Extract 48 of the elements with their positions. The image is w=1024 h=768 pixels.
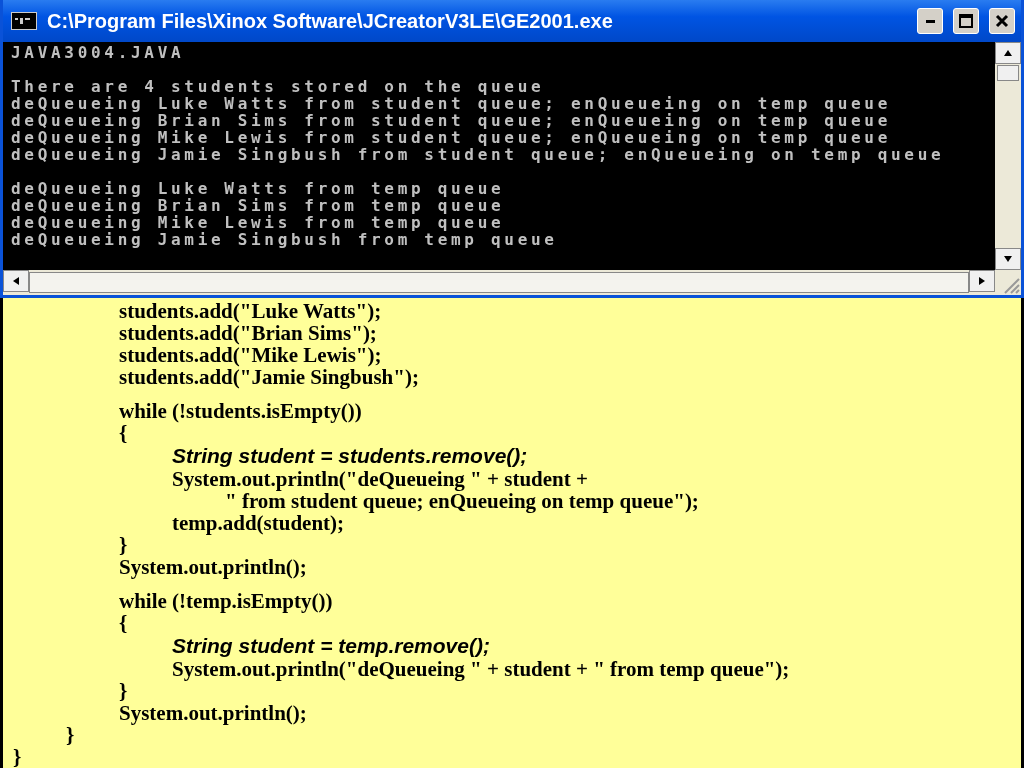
triangle-up-icon [1003,49,1013,57]
code-line: } [119,680,128,702]
code-line: while (!temp.isEmpty()) [119,590,333,612]
console-line: deQueueing Mike Lewis from temp queue [11,214,506,231]
code-line: students.add("Jamie Singbush"); [119,366,419,388]
maximize-icon [959,14,973,28]
scroll-up-button[interactable] [995,42,1021,64]
close-button[interactable] [989,8,1015,34]
code-line: } [13,746,22,768]
scroll-thumb[interactable] [997,65,1019,81]
code-line: } [119,534,128,556]
code-line: System.out.println(); [119,556,307,578]
code-line: students.add("Mike Lewis"); [119,344,382,366]
triangle-down-icon [1003,255,1013,263]
code-line: temp.add(student); [172,512,345,534]
vertical-scrollbar[interactable] [995,42,1021,270]
triangle-right-icon [977,277,987,285]
console-line: deQueueing Mike Lewis from student queue; enQueueing on temp queue [11,129,892,146]
code-line: String student = students.remove(); [172,444,528,468]
code-line: System.out.println("deQueueing " + student + " from temp queue"); [172,658,790,680]
code-line: { [119,422,128,444]
close-icon [995,14,1009,28]
code-line: students.add("Brian Sims"); [119,322,377,344]
scroll-down-button[interactable] [995,248,1021,270]
code-line: { [119,612,128,634]
console-line: deQueueing Jamie Singbush from temp queue [11,231,559,248]
code-line: System.out.println("deQueueing " + student + [172,468,588,490]
scroll-right-button[interactable] [969,270,995,292]
console-line: deQueueing Brian Sims from temp queue [11,197,506,214]
console-line: deQueueing Luke Watts from temp queue [11,180,506,197]
console-line: deQueueing Luke Watts from student queue; enQueueing on temp queue [11,95,892,112]
code-line: System.out.println(); [119,702,307,724]
minimize-button[interactable] [917,8,943,34]
console-icon [11,12,37,30]
scroll-left-button[interactable] [3,270,29,292]
code-line: String student = temp.remove(); [172,634,490,658]
code-line: students.add("Luke Watts"); [119,300,382,322]
minimize-icon [925,19,935,23]
console-line: There are 4 students stored on the queue [11,78,546,95]
console-line: deQueueing Jamie Singbush from student queue; enQueueing on temp queue [11,146,946,163]
code-line: } [66,724,75,746]
console-line: deQueueing Brian Sims from student queue; enQueueing on temp queue [11,112,892,129]
triangle-left-icon [11,277,21,285]
code-line: " from student queue; enQueueing on temp queue"); [225,490,699,512]
console-line: JAVA3004.JAVA [11,44,186,61]
maximize-button[interactable] [953,8,979,34]
window-title: C:\Program Files\Xinox Software\JCreatorV3LE\GE2001.exe [47,9,614,33]
code-line: while (!students.isEmpty()) [119,400,362,422]
